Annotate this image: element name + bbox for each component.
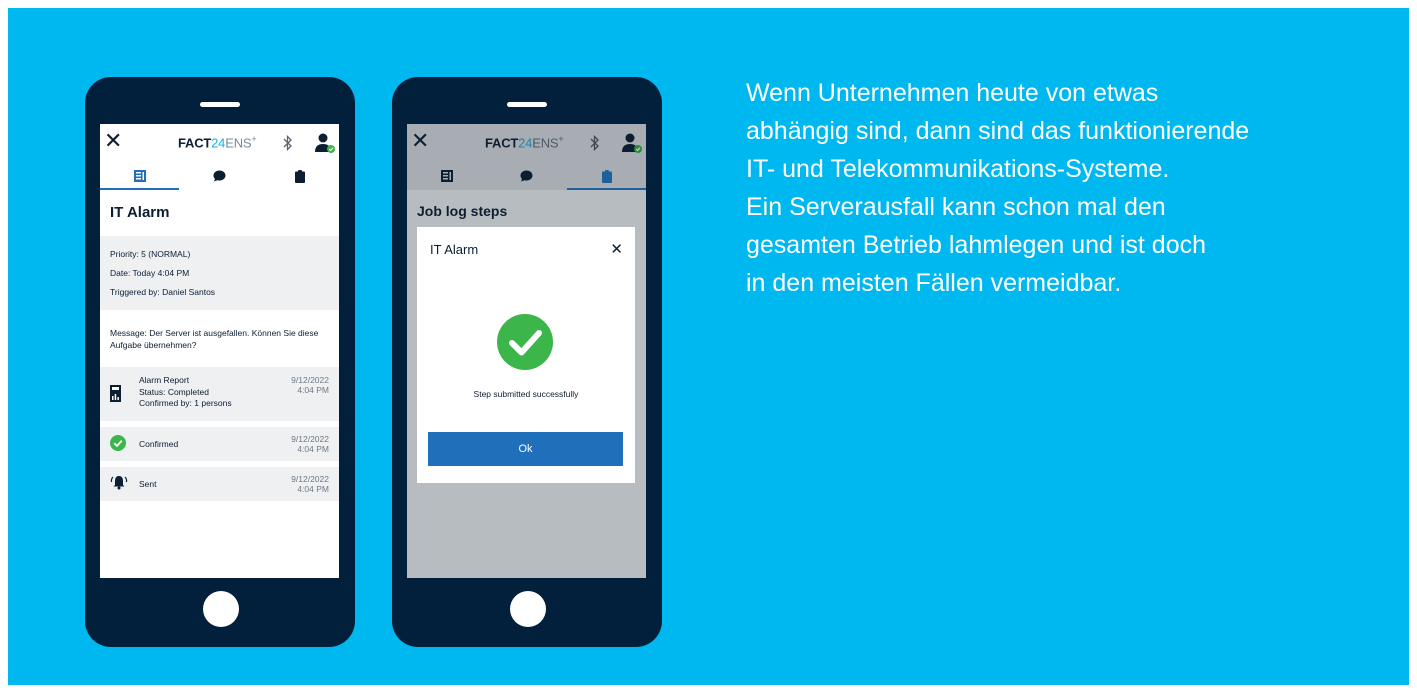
- details-icon: [133, 170, 146, 182]
- details-icon: [440, 170, 453, 182]
- log-entry-label: Sent: [139, 479, 157, 489]
- dialog-title: IT Alarm: [430, 242, 479, 257]
- home-button[interactable]: [203, 591, 239, 627]
- success-check-icon: [497, 314, 553, 370]
- phone-mockup-right: ✕ FACT24ENS+ Job log steps IT Alarm ✕ St…: [392, 77, 662, 647]
- page-title: IT Alarm: [110, 204, 170, 221]
- alarm-bell-icon: [110, 476, 128, 490]
- bluetooth-icon[interactable]: [590, 134, 600, 152]
- log-entry-timestamp: 9/12/2022 4:04 PM: [291, 474, 329, 494]
- close-icon[interactable]: ✕: [411, 128, 429, 154]
- log-entry-date: 9/12/2022: [291, 434, 329, 444]
- alarm-message: Message: Der Server ist ausgefallen. Kön…: [110, 328, 319, 350]
- close-icon[interactable]: ✕: [104, 128, 122, 154]
- home-button[interactable]: [510, 591, 546, 627]
- copy-line: gesamten Betrieb lahmlegen und ist doch: [746, 231, 1207, 259]
- app-header: ✕ FACT24ENS+: [100, 124, 339, 162]
- tab-active-underline: [100, 188, 179, 190]
- log-entry-time: 4:04 PM: [297, 484, 329, 494]
- app-logo: FACT24ENS+: [178, 134, 257, 151]
- marketing-copy: Wenn Unternehmen heute von etwas abhängi…: [746, 74, 1386, 302]
- clipboard-icon: [294, 169, 305, 183]
- log-entry-sent[interactable]: Sent 9/12/2022 4:04 PM: [100, 467, 339, 501]
- priority-text: Priority: 5 (NORMAL): [110, 249, 191, 259]
- alarm-info-box: Priority: 5 (NORMAL) Date: Today 4:04 PM…: [100, 236, 339, 310]
- log-entry-line: Status: Completed: [139, 386, 209, 397]
- log-entry-timestamp: 9/12/2022 4:04 PM: [291, 434, 329, 454]
- page-title: Job log steps: [417, 203, 508, 219]
- log-entry-report[interactable]: Alarm Report Status: Completed Confirmed…: [100, 367, 339, 421]
- app-logo: FACT24ENS+: [485, 134, 564, 151]
- chat-bubble-icon: [520, 170, 533, 182]
- phone-screen-right: ✕ FACT24ENS+ Job log steps IT Alarm ✕ St…: [407, 124, 646, 578]
- triggered-by-text: Triggered by: Daniel Santos: [110, 287, 216, 297]
- alarm-title-row: IT Alarm: [100, 196, 339, 232]
- tab-active-underline: [567, 188, 646, 190]
- tab-clipboard[interactable]: [260, 162, 339, 190]
- date-text: Date: Today 4:04 PM: [110, 268, 190, 278]
- ok-button[interactable]: Ok: [428, 432, 623, 466]
- log-entry-confirmed[interactable]: Confirmed 9/12/2022 4:04 PM: [100, 427, 339, 461]
- copy-line: IT- und Telekommunikations-Systeme.: [746, 155, 1170, 183]
- phone-speaker: [507, 102, 547, 107]
- phone-speaker: [200, 102, 240, 107]
- tab-bar: [100, 162, 339, 190]
- hero-panel: ✕ FACT24ENS+ IT Alarm Priority: 5 (NORMA…: [8, 8, 1409, 685]
- tab-details[interactable]: [407, 162, 486, 190]
- log-entry-text: Alarm Report Status: Completed Confirmed…: [139, 375, 232, 410]
- phone-mockup-left: ✕ FACT24ENS+ IT Alarm Priority: 5 (NORMA…: [85, 77, 355, 647]
- log-entry-date: 9/12/2022: [291, 474, 329, 484]
- bluetooth-icon[interactable]: [283, 134, 293, 152]
- copy-line: Ein Serverausfall kann schon mal den: [746, 193, 1166, 221]
- log-entry-time: 4:04 PM: [297, 385, 329, 395]
- chat-bubble-icon: [213, 170, 226, 182]
- log-entry-line: Confirmed by: 1 persons: [139, 398, 232, 408]
- log-entry-time: 4:04 PM: [297, 444, 329, 454]
- tab-details[interactable]: [100, 162, 179, 190]
- tab-chat[interactable]: [487, 162, 566, 190]
- log-entry-line: Alarm Report: [139, 375, 190, 385]
- log-entry-timestamp: 9/12/2022 4:04 PM: [291, 375, 329, 395]
- report-icon: [110, 385, 121, 402]
- success-dialog: IT Alarm ✕ Step submitted successfully O…: [417, 227, 635, 483]
- log-entry-label: Confirmed: [139, 439, 179, 449]
- user-icon[interactable]: [314, 132, 336, 154]
- copy-line: Wenn Unternehmen heute von etwas: [746, 79, 1159, 107]
- user-icon[interactable]: [621, 132, 643, 154]
- tab-clipboard[interactable]: [567, 162, 646, 190]
- dialog-close-icon[interactable]: ✕: [610, 240, 623, 258]
- dialog-message: Step submitted successfully: [473, 389, 579, 399]
- tab-chat[interactable]: [180, 162, 259, 190]
- phone-screen-left: ✕ FACT24ENS+ IT Alarm Priority: 5 (NORMA…: [100, 124, 339, 578]
- log-entry-date: 9/12/2022: [291, 375, 329, 385]
- app-header-dimmed: ✕ FACT24ENS+: [407, 124, 646, 190]
- check-circle-icon: [110, 435, 126, 451]
- clipboard-icon: [601, 169, 612, 183]
- copy-line: abhängig sind, dann sind das funktionier…: [746, 117, 1250, 145]
- copy-line: in den meisten Fällen vermeidbar.: [746, 269, 1122, 297]
